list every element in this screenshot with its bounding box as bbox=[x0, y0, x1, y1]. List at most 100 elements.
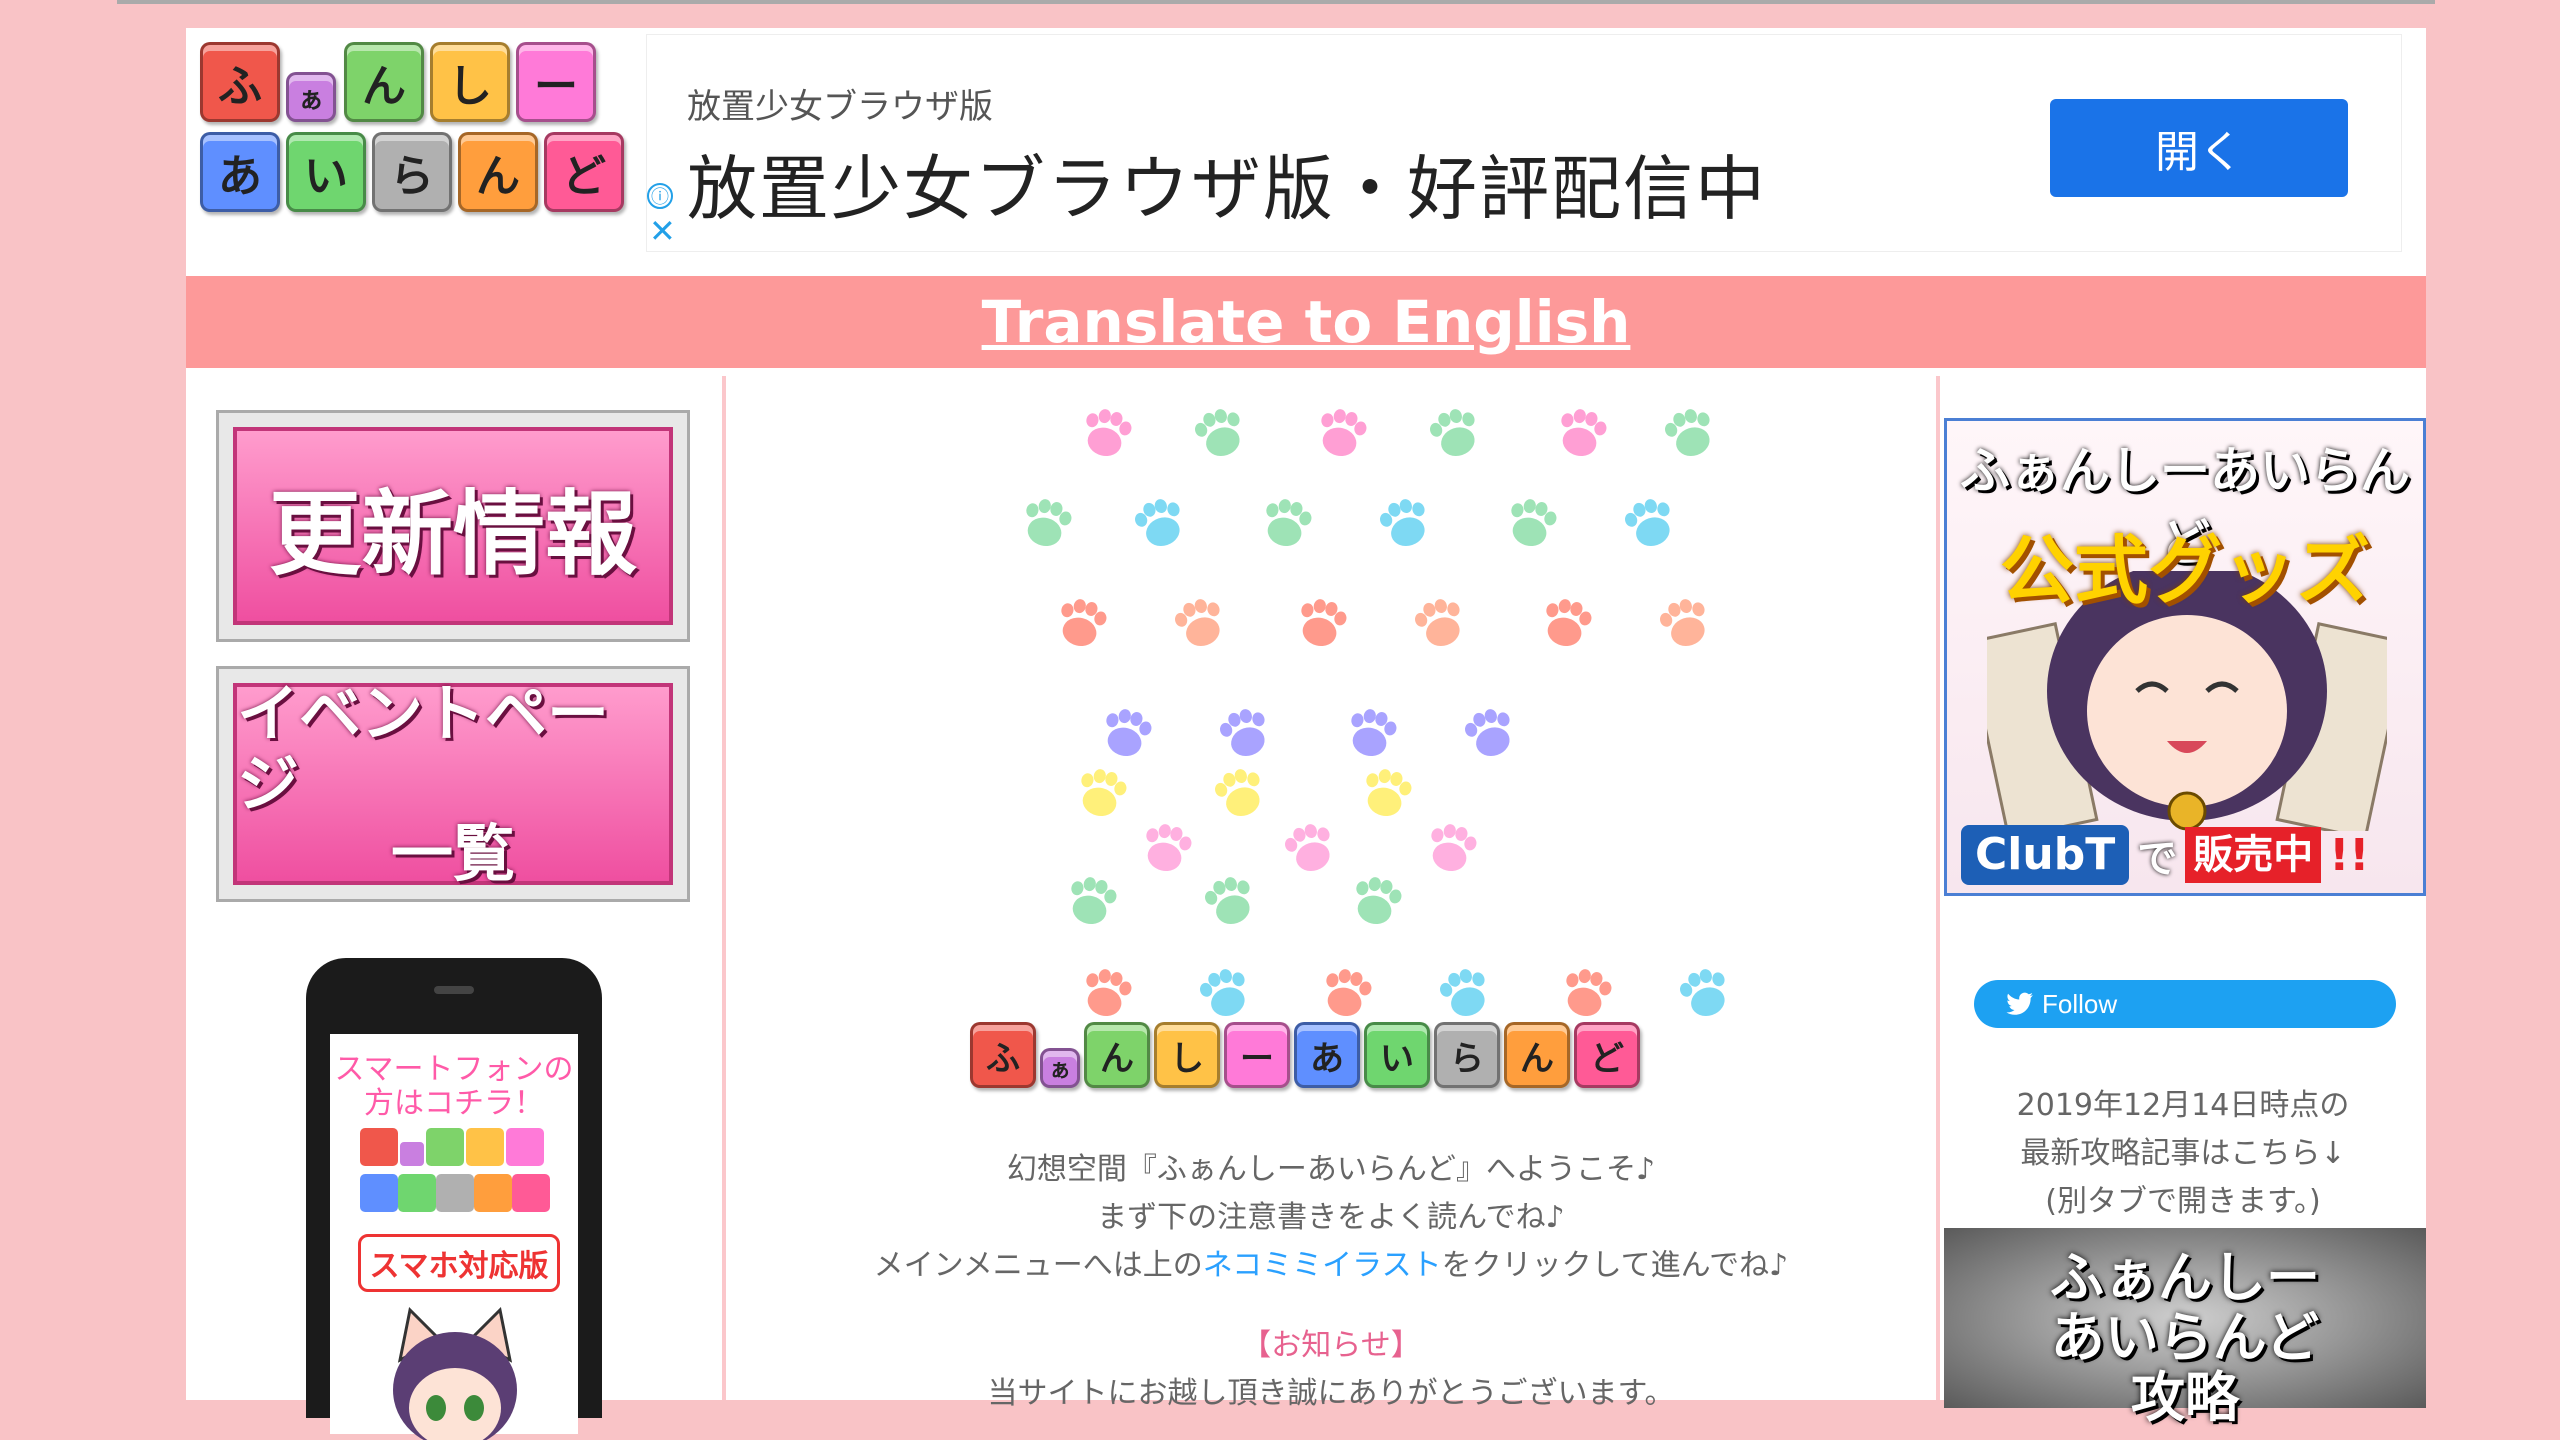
logo-tile: ん bbox=[1084, 1022, 1150, 1088]
center-logo[interactable]: ふ ぁ ん し ー あ い ら ん ど bbox=[970, 1016, 1690, 1098]
paw-icon bbox=[1106, 709, 1152, 757]
strategy-banner-line3: 攻略 bbox=[2131, 1366, 2239, 1429]
logo-tile: ー bbox=[516, 42, 596, 122]
logo-tile: し bbox=[1154, 1022, 1220, 1088]
goods-title-line2: 公式グッズ bbox=[2000, 528, 2370, 614]
paw-icon bbox=[1175, 599, 1220, 647]
phone-screen: スマートフォンの 方はコチラ！ スマホ対応版 bbox=[330, 1034, 578, 1440]
paw-icon bbox=[1301, 599, 1347, 647]
logo-tile: ん bbox=[458, 132, 538, 212]
paw-icon bbox=[1546, 599, 1592, 647]
nekomimi-illust-link[interactable]: ネコミミイラスト bbox=[1203, 1248, 1442, 1283]
main-content: ふ ぁ ん し ー あ い ら ん ど 幻想空間『ふぁんしーあいらんど』へようこ… bbox=[726, 376, 1936, 1411]
translate-link[interactable]: Translate to English bbox=[982, 288, 1631, 356]
welcome-text: 幻想空間『ふぁんしーあいらんど』へようこそ♪ まず下の注意書きをよく読んでね♪ … bbox=[726, 1146, 1936, 1418]
latest-articles-note: 2019年12月14日時点の 最新攻略記事はこちら↓ (別タブで開きます。) bbox=[1940, 1082, 2426, 1226]
update-info-button[interactable]: 更新情報 bbox=[216, 410, 690, 642]
notice-heading: 【お知らせ】 bbox=[1241, 1328, 1421, 1363]
paw-icon bbox=[1356, 877, 1402, 925]
ad-open-button[interactable]: 開く bbox=[2050, 99, 2348, 197]
paw-print-illustration[interactable] bbox=[726, 376, 1936, 1036]
logo-tile: ー bbox=[1224, 1022, 1290, 1088]
paw-icon bbox=[1321, 409, 1367, 457]
smartphone-text-line2: 方はコチラ！ bbox=[364, 1086, 544, 1121]
paw-icon bbox=[1566, 969, 1612, 1017]
notice-line1: 当サイトにお越し頂き誠にありがとうございます。 bbox=[987, 1376, 1675, 1411]
paw-icon bbox=[1431, 824, 1477, 872]
logo-tile: ら bbox=[1434, 1022, 1500, 1088]
twitter-bird-icon bbox=[2006, 992, 2033, 1015]
event-list-label-line2: 一覧 bbox=[390, 817, 515, 890]
paw-icon bbox=[1326, 969, 1372, 1017]
paw-icon bbox=[1660, 599, 1705, 647]
logo-tile: い bbox=[1364, 1022, 1430, 1088]
event-list-label-line1: イベントページ bbox=[237, 677, 610, 820]
note-line2: 最新攻略記事はこちら↓ bbox=[2020, 1136, 2346, 1171]
right-sidebar: ふぁんしーあいらんど 公式グッズ ClubT で 販売中 !! Follow 2… bbox=[1940, 376, 2426, 1428]
strategy-banner-line2: あいらんど bbox=[2050, 1306, 2320, 1369]
ad-subtitle: 放置少女ブラウザ版 bbox=[687, 87, 993, 127]
paw-icon bbox=[1026, 499, 1072, 547]
on-sale-label: 販売中 bbox=[2185, 827, 2322, 883]
welcome-line1: 幻想空間『ふぁんしーあいらんど』へようこそ♪ bbox=[1006, 1152, 1656, 1187]
ad-banner[interactable]: 放置少女ブラウザ版 放置少女ブラウザ版・好評配信中 ⓘ ✕ 開く bbox=[646, 34, 2402, 252]
note-line3: (別タブで開きます。) bbox=[2045, 1184, 2321, 1219]
logo-tile: ぁ bbox=[286, 72, 336, 122]
paw-icon bbox=[1266, 499, 1312, 547]
paw-icon bbox=[1415, 599, 1460, 647]
browser-top-divider bbox=[117, 0, 2435, 4]
smartphone-banner[interactable]: スマートフォンの 方はコチラ！ スマホ対応版 bbox=[306, 958, 602, 1440]
paw-icon bbox=[1135, 499, 1180, 547]
smartphone-version-badge: スマホ対応版 bbox=[358, 1234, 560, 1292]
mini-logo bbox=[360, 1128, 550, 1224]
logo-tile: ぁ bbox=[1040, 1048, 1080, 1088]
paw-icon bbox=[1680, 969, 1725, 1017]
note-line1: 2019年12月14日時点の bbox=[2016, 1088, 2350, 1123]
logo-tile: ふ bbox=[970, 1022, 1036, 1088]
paw-icon bbox=[1285, 824, 1330, 872]
left-sidebar: 更新情報 イベントページ 一覧 スマートフォンの 方はコチラ！ スマホ対応版 bbox=[186, 376, 722, 1440]
paw-icon bbox=[1366, 769, 1412, 817]
catgirl-illustration bbox=[393, 1306, 517, 1440]
logo-tile: ど bbox=[544, 132, 624, 212]
info-icon[interactable]: ⓘ bbox=[647, 183, 673, 209]
paw-icon bbox=[1665, 409, 1710, 457]
phone-speaker bbox=[434, 986, 474, 994]
update-info-label: 更新情報 bbox=[233, 427, 673, 625]
page-container: ふ ぁ ん し ー あ い ら ん ど 放置少女ブラウザ版 放置少女ブラウザ版・… bbox=[186, 28, 2426, 1440]
paw-icon bbox=[1195, 409, 1240, 457]
goods-de: で bbox=[2137, 836, 2178, 882]
logo-tile: い bbox=[286, 132, 366, 212]
event-list-label-wrap: イベントページ 一覧 bbox=[233, 679, 673, 889]
paw-icon bbox=[1440, 969, 1485, 1017]
paw-icon bbox=[1215, 769, 1260, 817]
site-logo[interactable]: ふ ぁ ん し ー あ い ら ん ど bbox=[200, 42, 624, 224]
paw-icon bbox=[1146, 824, 1192, 872]
strategy-banner[interactable]: ふぁんしー あいらんど 攻略 bbox=[1944, 1228, 2426, 1428]
paw-icon bbox=[1086, 969, 1132, 1017]
logo-tile: ん bbox=[344, 42, 424, 122]
logo-tile: ん bbox=[1504, 1022, 1570, 1088]
paw-icon bbox=[1351, 709, 1397, 757]
welcome-line3: メインメニューへは上のネコミミイラストをクリックして進んでね♪ bbox=[726, 1242, 1936, 1290]
paw-icon bbox=[1200, 969, 1245, 1017]
paw-icon bbox=[1561, 409, 1607, 457]
logo-tile: あ bbox=[1294, 1022, 1360, 1088]
logo-tile: ら bbox=[372, 132, 452, 212]
close-icon[interactable]: ✕ bbox=[649, 215, 676, 247]
paw-icon bbox=[1061, 599, 1107, 647]
paw-icon bbox=[1086, 409, 1132, 457]
paw-icon bbox=[1465, 709, 1510, 757]
paw-icon bbox=[1430, 409, 1475, 457]
paw-icon bbox=[1081, 769, 1127, 817]
logo-tile: あ bbox=[200, 132, 280, 212]
official-goods-banner[interactable]: ふぁんしーあいらんど 公式グッズ ClubT で 販売中 !! bbox=[1944, 418, 2426, 896]
goods-exclaim: !! bbox=[2329, 829, 2370, 881]
clubt-label: ClubT bbox=[1961, 825, 2130, 885]
twitter-follow-button[interactable]: Follow bbox=[1974, 980, 2396, 1028]
ad-title[interactable]: 放置少女ブラウザ版・好評配信中 bbox=[687, 133, 1767, 234]
event-list-button[interactable]: イベントページ 一覧 bbox=[216, 666, 690, 902]
paw-icon bbox=[1511, 499, 1557, 547]
follow-label: Follow bbox=[2042, 988, 2118, 1019]
paw-icon bbox=[1625, 499, 1670, 547]
